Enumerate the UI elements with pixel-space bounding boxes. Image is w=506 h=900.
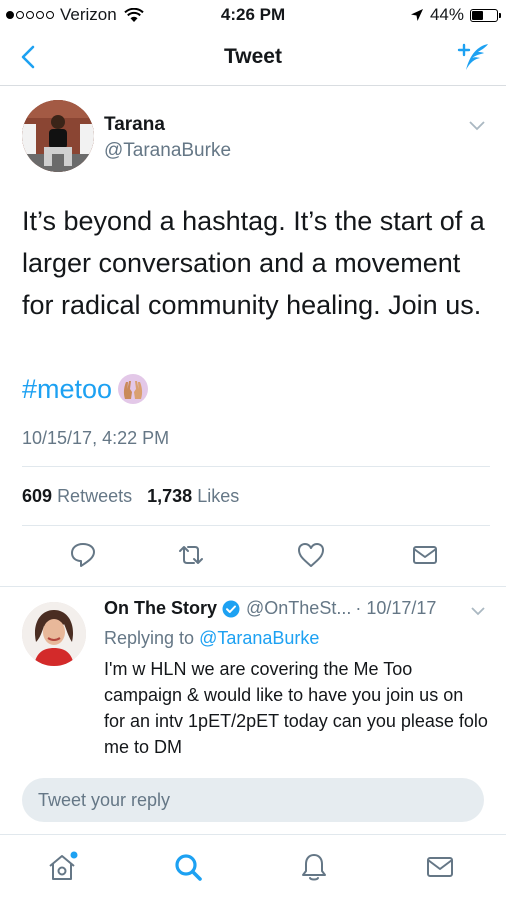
- replying-to-handle[interactable]: @TaranaBurke: [199, 628, 319, 648]
- tweet-text: It’s beyond a hashtag. It’s the start of…: [22, 206, 485, 320]
- direct-message-icon[interactable]: [410, 540, 440, 570]
- home-icon[interactable]: [46, 851, 78, 883]
- hashtag-link[interactable]: #metoo: [22, 370, 112, 408]
- tweet-stats: 609 Retweets 1,738 Likes: [22, 486, 239, 507]
- notifications-bell-icon[interactable]: [298, 851, 330, 883]
- divider: [0, 586, 506, 587]
- raised-hands-emoji-icon: [118, 374, 149, 404]
- like-heart-icon[interactable]: [296, 540, 326, 570]
- reply-date: · 10/17/17: [355, 598, 437, 618]
- tweet-timestamp: 10/15/17, 4:22 PM: [22, 428, 170, 448]
- messages-envelope-icon[interactable]: [424, 851, 456, 883]
- author-avatar[interactable]: [22, 100, 94, 172]
- reply-input-placeholder[interactable]: Tweet your reply: [38, 790, 170, 811]
- compose-tweet-icon[interactable]: [456, 40, 492, 74]
- hashtag-line: #metoo: [22, 370, 150, 408]
- search-icon[interactable]: [172, 851, 204, 883]
- author-handle[interactable]: @TaranaBurke: [104, 140, 231, 162]
- likes-count[interactable]: 1,738: [147, 486, 192, 506]
- retweets-label[interactable]: Retweets: [57, 486, 132, 506]
- battery-percent: 44%: [429, 5, 464, 24]
- tweet-actions: [22, 540, 490, 574]
- chevron-down-icon[interactable]: [470, 606, 486, 616]
- chevron-down-icon[interactable]: [468, 120, 486, 132]
- author-name[interactable]: Tarana: [104, 114, 165, 136]
- navigation-bar: Tweet: [0, 30, 506, 86]
- reply-text: I'm w HLN we are covering the Me Too cam…: [104, 659, 488, 757]
- retweets-count[interactable]: 609: [22, 486, 52, 506]
- page-title: Tweet: [224, 45, 282, 68]
- status-bar: Verizon 4:26 PM 44%: [0, 0, 506, 30]
- battery-icon: [470, 8, 501, 22]
- location-arrow-icon: [410, 9, 423, 21]
- reply-header: On The Story @OnTheSt... · 10/17/17: [104, 598, 436, 619]
- likes-label[interactable]: Likes: [197, 486, 239, 506]
- battery-info: 44%: [410, 5, 501, 25]
- reply-composer[interactable]: Tweet your reply: [22, 778, 484, 822]
- divider: [22, 525, 490, 526]
- tab-bar: [0, 834, 506, 900]
- divider: [22, 466, 490, 467]
- reply-author-handle[interactable]: @OnTheSt...: [246, 598, 351, 619]
- replying-to: Replying to @TaranaBurke: [104, 628, 319, 649]
- verified-badge-icon: [222, 600, 240, 617]
- reply-author-avatar[interactable]: [22, 602, 86, 666]
- retweet-icon[interactable]: [176, 540, 206, 570]
- replying-to-label: Replying to: [104, 628, 195, 648]
- reply-author-name[interactable]: On The Story: [104, 598, 217, 619]
- reply-icon[interactable]: [68, 540, 98, 570]
